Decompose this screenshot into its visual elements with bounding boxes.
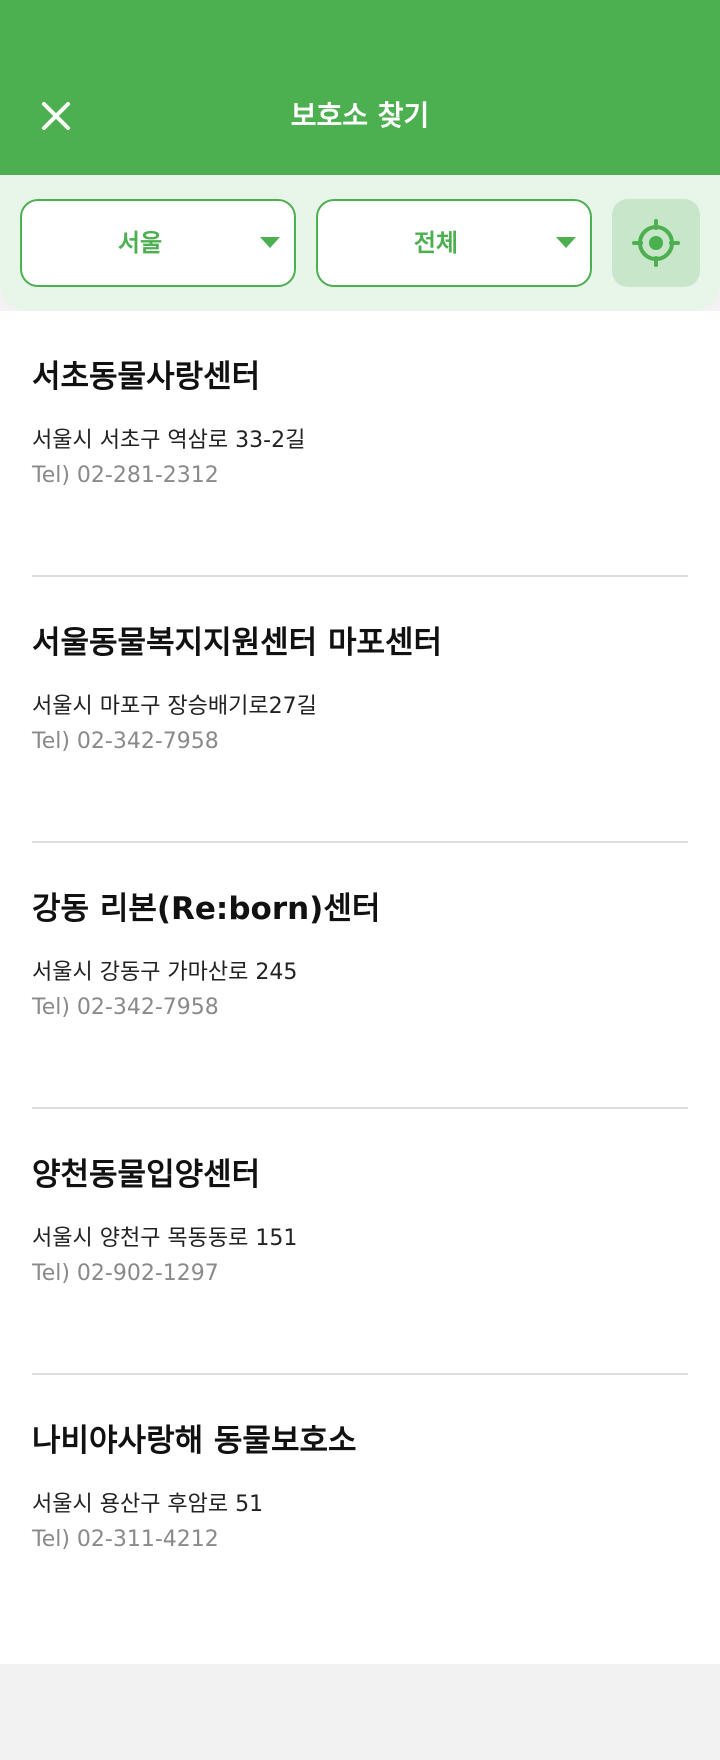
shelter-list: 서초동물사랑센터 서울시 서초구 역삼로 33-2길 Tel) 02-281-2… bbox=[0, 311, 720, 1664]
shelter-phone: Tel) 02-902-1297 bbox=[32, 1261, 219, 1286]
list-item[interactable]: 서울동물복지지원센터 마포센터 서울시 마포구 장승배기로27길 Tel) 02… bbox=[0, 577, 720, 843]
shelter-address: 서울시 강동구 가마산로 245 bbox=[32, 960, 298, 985]
shelter-phone: Tel) 02-281-2312 bbox=[32, 463, 219, 488]
list-item[interactable]: 강동 리본(Re:born)센터 서울시 강동구 가마산로 245 Tel) 0… bbox=[0, 843, 720, 1109]
shelter-phone: Tel) 02-342-7958 bbox=[32, 729, 219, 754]
shelter-name: 서울동물복지지원센터 마포센터 bbox=[32, 625, 443, 661]
current-location-button[interactable] bbox=[612, 199, 700, 287]
shelter-name: 양천동물입양센터 bbox=[32, 1157, 261, 1193]
region-select-value: 서울 bbox=[117, 229, 163, 257]
type-select[interactable]: 전체 bbox=[316, 199, 592, 287]
list-item[interactable]: 나비야사랑해 동물보호소 서울시 용산구 후암로 51 Tel) 02-311-… bbox=[0, 1375, 720, 1641]
type-select-value: 전체 bbox=[413, 229, 459, 257]
dropdown-arrow-icon bbox=[260, 237, 280, 248]
filter-bar: 서울 전체 bbox=[0, 175, 720, 311]
shelter-address: 서울시 양천구 목동동로 151 bbox=[32, 1226, 298, 1251]
app-header: 보호소 찾기 bbox=[0, 0, 720, 175]
shelter-phone: Tel) 02-311-4212 bbox=[32, 1527, 219, 1552]
page-title: 보호소 찾기 bbox=[290, 99, 430, 132]
shelter-name: 나비야사랑해 동물보호소 bbox=[32, 1423, 357, 1459]
shelter-name: 서초동물사랑센터 bbox=[32, 359, 261, 395]
shelter-phone: Tel) 02-342-7958 bbox=[32, 995, 219, 1020]
region-select[interactable]: 서울 bbox=[20, 199, 296, 287]
shelter-name: 강동 리본(Re:born)센터 bbox=[32, 891, 381, 927]
list-item[interactable]: 서초동물사랑센터 서울시 서초구 역삼로 33-2길 Tel) 02-281-2… bbox=[0, 311, 720, 577]
dropdown-arrow-icon bbox=[556, 237, 576, 248]
location-target-icon bbox=[632, 219, 680, 267]
list-item[interactable]: 양천동물입양센터 서울시 양천구 목동동로 151 Tel) 02-902-12… bbox=[0, 1109, 720, 1375]
shelter-address: 서울시 서초구 역삼로 33-2길 bbox=[32, 428, 306, 453]
shelter-address: 서울시 마포구 장승배기로27길 bbox=[32, 694, 317, 719]
shelter-address: 서울시 용산구 후암로 51 bbox=[32, 1492, 264, 1517]
